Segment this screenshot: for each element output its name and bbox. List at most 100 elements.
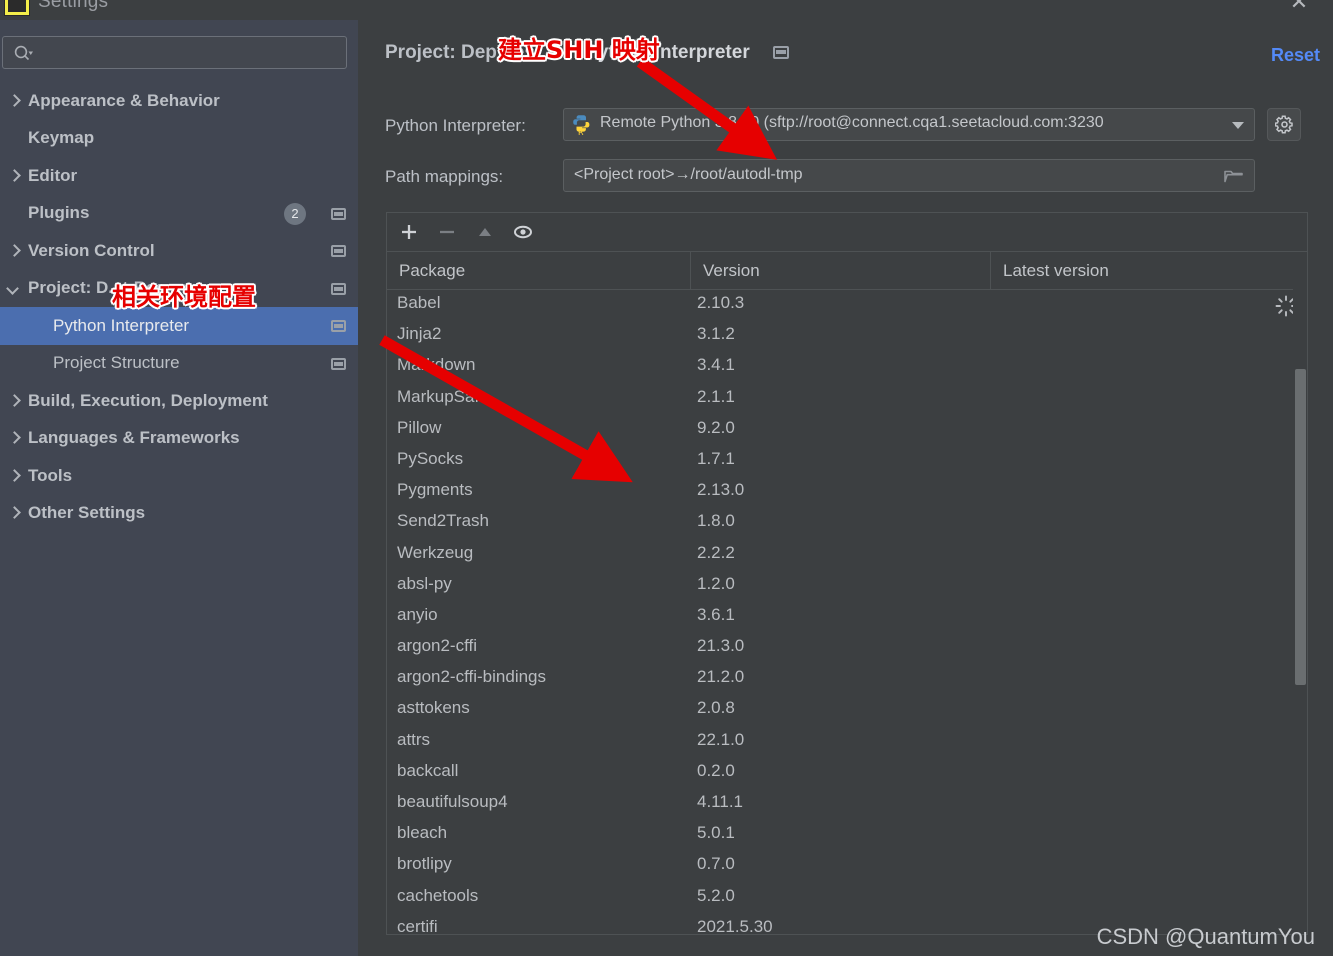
table-row[interactable]: Pygments 2.13.0 — [387, 476, 1307, 507]
path-mappings-field[interactable]: <Project root>→/root/autodl-tmp — [563, 159, 1255, 192]
cell-package-name: PySocks — [397, 448, 464, 468]
packages-scrollbar-thumb[interactable] — [1295, 369, 1306, 685]
table-row[interactable]: Markdown 3.4.1 — [387, 351, 1307, 382]
sidebar-item-other-settings[interactable]: Other Settings — [0, 495, 358, 533]
pycharm-icon — [4, 0, 30, 16]
cell-package-name: bleach — [397, 823, 448, 843]
search-box[interactable] — [2, 36, 347, 69]
chevron-down-icon[interactable] — [8, 282, 20, 294]
annotation-breadcrumb-note: 建立SHH 映射 — [498, 36, 660, 64]
cell-package-name: asttokens — [397, 698, 470, 718]
cell-package-version: 2.2.2 — [697, 542, 735, 562]
column-header-package[interactable]: Package — [387, 252, 690, 289]
packages-scrollbar-track[interactable] — [1293, 289, 1307, 934]
project-scope-icon[interactable] — [331, 282, 346, 295]
upgrade-package-button[interactable] — [473, 220, 499, 244]
python-interpreter-dropdown[interactable]: R Remote Python 3.8.10 (sftp://root@conn… — [563, 108, 1255, 141]
chevron-right-icon[interactable] — [8, 95, 20, 107]
cell-package-version: 3.4.1 — [697, 355, 735, 375]
table-row[interactable]: backcall 0.2.0 — [387, 757, 1307, 788]
project-scope-icon[interactable] — [331, 207, 346, 220]
project-scope-icon[interactable] — [331, 245, 346, 257]
table-row[interactable]: Pillow 9.2.0 — [387, 414, 1307, 445]
sidebar-item-editor[interactable]: Editor — [0, 157, 358, 195]
remove-package-button[interactable] — [435, 220, 461, 244]
sidebar-item-label: Keymap — [28, 128, 95, 148]
table-row[interactable]: argon2-cffi 21.3.0 — [387, 632, 1307, 663]
sidebar-item-python-interpreter[interactable]: Python Interpreter — [0, 307, 358, 345]
sidebar-item-build-execution-deployment[interactable]: Build, Execution, Deployment — [0, 382, 358, 420]
chevron-down-icon[interactable] — [1232, 122, 1244, 129]
cell-package-version: 2.0.8 — [697, 698, 735, 718]
table-row[interactable]: MarkupSafe 2.1.1 — [387, 383, 1307, 414]
cell-package-version: 2.1.1 — [697, 386, 735, 406]
table-row[interactable]: Babel 2.10.3 — [387, 289, 1307, 320]
title-bar: Settings ✕ — [0, 0, 1333, 20]
cell-package-version: 0.2.0 — [697, 760, 735, 780]
project-scope-icon[interactable] — [331, 320, 346, 332]
show-early-releases-eye-icon[interactable] — [511, 220, 537, 244]
cell-package-version: 2.13.0 — [697, 480, 745, 500]
reset-button[interactable]: Reset — [1271, 45, 1320, 66]
chevron-right-icon[interactable] — [8, 170, 20, 182]
sidebar-item-label: Languages & Frameworks — [28, 428, 240, 448]
csdn-watermark: CSDN @QuantumYou — [1096, 924, 1315, 949]
chevron-right-icon[interactable] — [8, 432, 20, 444]
sidebar-item-label: Plugins — [28, 203, 90, 223]
column-header-latest-version[interactable]: Latest version — [990, 252, 1307, 289]
table-row[interactable]: Send2Trash 1.8.0 — [387, 507, 1307, 538]
cell-package-name: MarkupSafe — [397, 386, 489, 406]
table-row[interactable]: argon2-cffi-bindings 21.2.0 — [387, 663, 1307, 694]
cell-package-version: 9.2.0 — [697, 417, 735, 437]
table-row[interactable]: absl-py 1.2.0 — [387, 570, 1307, 601]
main-panel: Project: Dep t es... › Python Interprete… — [358, 20, 1333, 956]
cell-package-name: cachetools — [397, 885, 479, 905]
cell-package-version: 4.11.1 — [697, 792, 744, 811]
svg-text:R: R — [578, 128, 584, 136]
search-input[interactable] — [39, 42, 343, 67]
breadcrumb-module-icon[interactable] — [773, 46, 789, 60]
plugins-update-badge: 2 — [284, 202, 306, 225]
sidebar-item-plugins[interactable]: Plugins 2 — [0, 195, 358, 233]
sidebar-item-label: Editor — [28, 165, 78, 185]
table-row[interactable]: cachetools 5.2.0 — [387, 882, 1307, 913]
chevron-right-icon[interactable] — [8, 507, 20, 519]
sidebar-item-version-control[interactable]: Version Control — [0, 232, 358, 270]
cell-package-name: attrs — [397, 729, 431, 749]
sidebar-item-keymap[interactable]: Keymap — [0, 120, 358, 158]
packages-panel: Package Version Latest version Babel 2.10… — [386, 212, 1308, 935]
table-row[interactable]: anyio 3.6.1 — [387, 601, 1307, 632]
table-row[interactable]: bleach 5.0.1 — [387, 819, 1307, 850]
sidebar-item-languages-frameworks[interactable]: Languages & Frameworks — [0, 420, 358, 458]
table-row[interactable]: PySocks 1.7.1 — [387, 445, 1307, 476]
cell-package-name: anyio — [397, 604, 438, 624]
cell-package-name: Pygments — [397, 480, 473, 500]
interpreter-settings-gear-button[interactable] — [1267, 108, 1301, 141]
sidebar-item-tools[interactable]: Tools — [0, 457, 358, 495]
search-icon — [13, 44, 33, 64]
chevron-right-icon[interactable] — [8, 470, 20, 482]
table-row[interactable]: Werkzeug 2.2.2 — [387, 539, 1307, 570]
sidebar-item-label: Build, Execution, Deployment — [28, 390, 268, 410]
cell-package-name: Pillow — [397, 417, 442, 437]
sidebar-item-label: Tools — [28, 465, 73, 485]
table-row[interactable]: Jinja2 3.1.2 — [387, 320, 1307, 351]
close-icon[interactable]: ✕ — [1287, 0, 1311, 14]
chevron-right-icon[interactable] — [8, 245, 20, 257]
sidebar-item-project-structure[interactable]: Project Structure — [0, 345, 358, 383]
table-row[interactable]: beautifulsoup4 4.11.1 — [387, 788, 1307, 819]
table-row[interactable]: asttokens 2.0.8 — [387, 694, 1307, 725]
sidebar-item-appearance-behavior[interactable]: Appearance & Behavior — [0, 82, 358, 120]
annotation-sidebar-note: 相关环境配置 — [112, 283, 256, 311]
chevron-right-icon[interactable] — [8, 395, 20, 407]
folder-icon[interactable] — [1224, 168, 1244, 190]
add-package-button[interactable] — [397, 220, 423, 244]
project-scope-icon[interactable] — [331, 357, 346, 370]
table-row[interactable]: brotlipy 0.7.0 — [387, 850, 1307, 881]
sidebar-item-label: Version Control — [28, 240, 155, 260]
cell-package-version: 1.2.0 — [697, 573, 735, 593]
table-row[interactable]: attrs 22.1.0 — [387, 726, 1307, 757]
column-header-version[interactable]: Version — [690, 252, 990, 289]
packages-table-body: Babel 2.10.3 Jinja2 3.1.2 Markdown 3.4.1 Marku… — [387, 289, 1307, 934]
cell-package-version: 21.2.0 — [697, 667, 745, 687]
